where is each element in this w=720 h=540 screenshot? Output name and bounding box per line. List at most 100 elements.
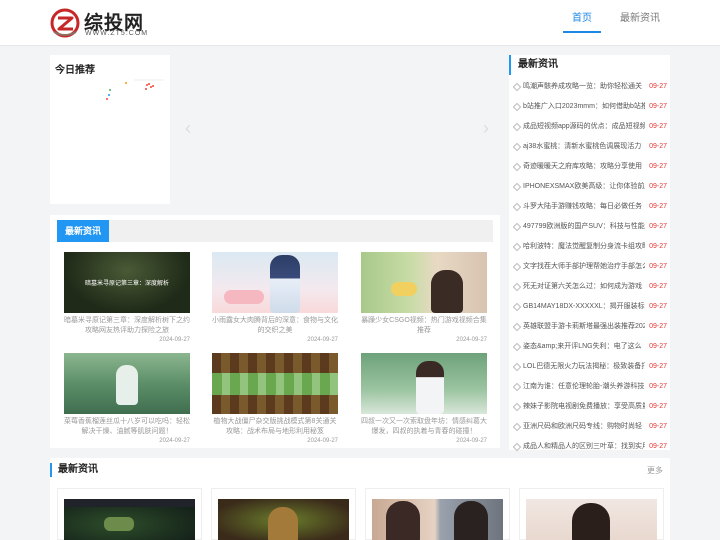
news-card[interactable] [365,488,510,540]
news-card[interactable] [211,488,356,540]
sidebar-item-text[interactable]: 成品人和精品人的区别三叶草：找到实用 [523,437,645,457]
sidebar-item[interactable]: 成品短视频app源码的优点：成品短视频 09-27 [513,117,670,137]
carousel-decoration [106,79,164,100]
news-card-thumbnail[interactable] [361,353,487,414]
sidebar-item[interactable]: 辣妹子影院电视剧免费播放：享受高质量 09-27 [513,397,670,417]
sidebar-item[interactable]: 奇迹暖暖天之府库攻略：攻略分享使用 09-27 [513,157,670,177]
sidebar-item-date: 09-27 [649,423,667,430]
news-card-thumbnail[interactable] [212,353,338,414]
sidebar-item-date: 09-27 [649,383,667,390]
sidebar-item-text[interactable]: b站推广入口2023mmm：如何借助b站推广 [523,97,645,117]
sidebar-item-text[interactable]: 江南为谁：任意伦理轮胎-潮头养游科技 [523,377,645,397]
sidebar-item-date: 09-27 [649,343,667,350]
carousel-next-icon[interactable]: › [483,118,489,139]
sidebar-item-date: 09-27 [649,263,667,270]
news-card-title[interactable]: 暗墓米寻原记第三章：深度解析树下之约攻略网友热评助力探险之旅 [64,316,190,336]
sidebar-item[interactable]: aj38水蜜桃：清新水蜜桃色调展现活力 09-27 [513,137,670,157]
news-card-thumbnail[interactable] [218,499,349,540]
sidebar-item[interactable]: LOL巴德无限火力玩法揭秘：极致装备打 09-27 [513,357,670,377]
nav-latest-news[interactable]: 最新资讯 [620,0,660,46]
sidebar-item-text[interactable]: 姿态&amp;来开评LNG失利：电了这么 [523,337,645,357]
sidebar-item-text[interactable]: 成品短视频app源码的优点：成品短视频 [523,117,645,137]
news-card[interactable]: 小雨露女大肉腾背后的深意：食物与文化的交织之美 2024-09-27 [212,252,338,343]
news-card-date: 2024-09-27 [456,337,487,343]
sidebar-item[interactable]: 哈利波特：魔法觉醒复制分身流卡组攻略 09-27 [513,237,670,257]
sidebar-item[interactable]: 江南为谁：任意伦理轮胎-潮头养游科技 09-27 [513,377,670,397]
more-link[interactable]: 更多 [647,465,663,476]
carousel-prev-icon[interactable]: ‹ [185,118,191,139]
news-card-date: 2024-09-27 [456,438,487,444]
sidebar-item-date: 09-27 [649,283,667,290]
sidebar-item[interactable]: 文字找茬大师手部护理帮她治疗手部怎么 09-27 [513,257,670,277]
sidebar-latest-news: 最新资讯 鸣潮声骸养成攻略一览：助你轻松通关 09-27 b站推广入口2023mm… [509,55,670,450]
header: 综投网 WWW.ZT5.COM 首页 最新资讯 [0,0,720,46]
sidebar-item-date: 09-27 [649,223,667,230]
sidebar-item[interactable]: 497799欧洲版的国产SUV：科技与性能 09-27 [513,217,670,237]
news-card[interactable]: 植物大战僵尸杂交版挑战模式第8关通关攻略：战术布局与地形利用秘笈 2024-09… [212,353,338,444]
sidebar-item-text[interactable]: IPHONEXSMAX欧美高级：让你体验前所未 [523,177,645,197]
sidebar-item-text[interactable]: 奇迹暖暖天之府库攻略：攻略分享使用 [523,157,645,177]
news-card-thumbnail[interactable] [212,252,338,313]
sidebar-item-text[interactable]: 文字找茬大师手部护理帮她治疗手部怎么 [523,257,645,277]
news-card-thumbnail[interactable] [372,499,503,540]
news-card-title[interactable]: 菜莓香蕉榴莲丝瓜十八岁可以吃吗：轻松解决干燥、油腻等肌肤问题！ [64,417,190,437]
sidebar-item-text[interactable]: 鸣潮声骸养成攻略一览：助你轻松通关 [523,77,645,97]
sidebar-item-text[interactable]: GB14MAY18DX-XXXXXL：揭开服装标准 [523,297,645,317]
site-logo[interactable]: 综投网 WWW.ZT5.COM [50,7,160,39]
sidebar-item-date: 09-27 [649,323,667,330]
sidebar-item-date: 09-27 [649,243,667,250]
tab-latest-news[interactable]: 最新资讯 [57,220,109,242]
latest-news-block: 最新资讯 暗墓米寻原记第三章：深度解析 暗墓米寻原记第三章：深度解析树下之约攻略… [50,215,500,448]
sidebar-item-text[interactable]: 亚洲尺码和欧洲尺码专线：购物时尚轻 [523,417,645,437]
sidebar-item[interactable]: IPHONEXSMAX欧美高级：让你体验前所未 09-27 [513,177,670,197]
sidebar-item-text[interactable]: 辣妹子影院电视剧免费播放：享受高质量 [523,397,645,417]
sidebar-item-text[interactable]: 英雄联盟手游卡莉斯塔最强出装推荐2024 [523,317,645,337]
news-card-thumbnail[interactable] [64,353,190,414]
sidebar-item[interactable]: GB14MAY18DX-XXXXXL：揭开服装标准 09-27 [513,297,670,317]
news-card[interactable]: 菜莓香蕉榴莲丝瓜十八岁可以吃吗：轻松解决干燥、油腻等肌肤问题！ 2024-09-… [64,353,190,444]
news-card[interactable] [519,488,664,540]
sidebar-item-date: 09-27 [649,183,667,190]
news-card-date: 2024-09-27 [159,438,190,444]
sidebar-item-text[interactable]: 斗罗大陆手游赚钱攻略：每日必做任务 [523,197,645,217]
logo-domain: WWW.ZT5.COM [85,30,149,37]
news-card[interactable]: 暴躁少女CSGO视频：热门游戏视频合集推荐 2024-09-27 [361,252,487,343]
nav-home[interactable]: 首页 [563,0,601,46]
sidebar-item[interactable]: 死无对证第六关怎么过：如何成为游戏 09-27 [513,277,670,297]
news-card-title[interactable]: 四叔一次又一次索取盘年坊：情感纠葛大爆发，四叔的执着与青春的碰撞！ [361,417,487,437]
news-card-title[interactable]: 小雨露女大肉腾背后的深意：食物与文化的交织之美 [212,316,338,336]
sidebar-item-date: 09-27 [649,163,667,170]
news-card-date: 2024-09-27 [159,337,190,343]
news-card-date: 2024-09-27 [307,438,338,444]
news-card[interactable]: 暗墓米寻原记第三章：深度解析 暗墓米寻原记第三章：深度解析树下之约攻略网友热评助… [64,252,190,343]
sidebar-item[interactable]: 英雄联盟手游卡莉斯塔最强出装推荐2024 09-27 [513,317,670,337]
latest-news-section: 最新资讯 更多 [50,458,670,540]
news-card-title[interactable]: 植物大战僵尸杂交版挑战模式第8关通关攻略：战术布局与地形利用秘笈 [212,417,338,437]
sidebar-title: 最新资讯 [509,55,670,75]
news-card-thumbnail[interactable]: 暗墓米寻原记第三章：深度解析 [64,252,190,313]
news-card-title[interactable]: 暴躁少女CSGO视频：热门游戏视频合集推荐 [361,316,487,336]
sidebar-item-text[interactable]: 死无对证第六关怎么过：如何成为游戏 [523,277,645,297]
sidebar-item[interactable]: 亚洲尺码和欧洲尺码专线：购物时尚轻 09-27 [513,417,670,437]
sidebar-item-date: 09-27 [649,103,667,110]
news-card-thumbnail[interactable] [361,252,487,313]
sidebar-item-text[interactable]: LOL巴德无限火力玩法揭秘：极致装备打 [523,357,645,377]
sidebar-item[interactable]: 鸣潮声骸养成攻略一览：助你轻松通关 09-27 [513,77,670,97]
news-card-thumbnail[interactable] [64,499,195,540]
sidebar-item-date: 09-27 [649,123,667,130]
news-card-date: 2024-09-27 [307,337,338,343]
sidebar-item-text[interactable]: 497799欧洲版的国产SUV：科技与性能 [523,217,645,237]
sidebar-item-date: 09-27 [649,303,667,310]
news-card-thumbnail[interactable] [526,499,657,540]
sidebar-item[interactable]: 姿态&amp;来开评LNG失利：电了这么 09-27 [513,337,670,357]
sidebar-item-text[interactable]: aj38水蜜桃：清新水蜜桃色调展现活力 [523,137,645,157]
sidebar-item[interactable]: 斗罗大陆手游赚钱攻略：每日必做任务 09-27 [513,197,670,217]
sidebar-item[interactable]: 成品人和精品人的区别三叶草：找到实用 09-27 [513,437,670,457]
news-card[interactable] [57,488,202,540]
today-recommend-panel: 今日推荐 [50,55,170,204]
sidebar-item-date: 09-27 [649,403,667,410]
sidebar-item-date: 09-27 [649,443,667,450]
sidebar-item[interactable]: b站推广入口2023mmm：如何借助b站推广 09-27 [513,97,670,117]
sidebar-item-text[interactable]: 哈利波特：魔法觉醒复制分身流卡组攻略 [523,237,645,257]
news-card[interactable]: 四叔一次又一次索取盘年坊：情感纠葛大爆发，四叔的执着与青春的碰撞！ 2024-0… [361,353,487,444]
